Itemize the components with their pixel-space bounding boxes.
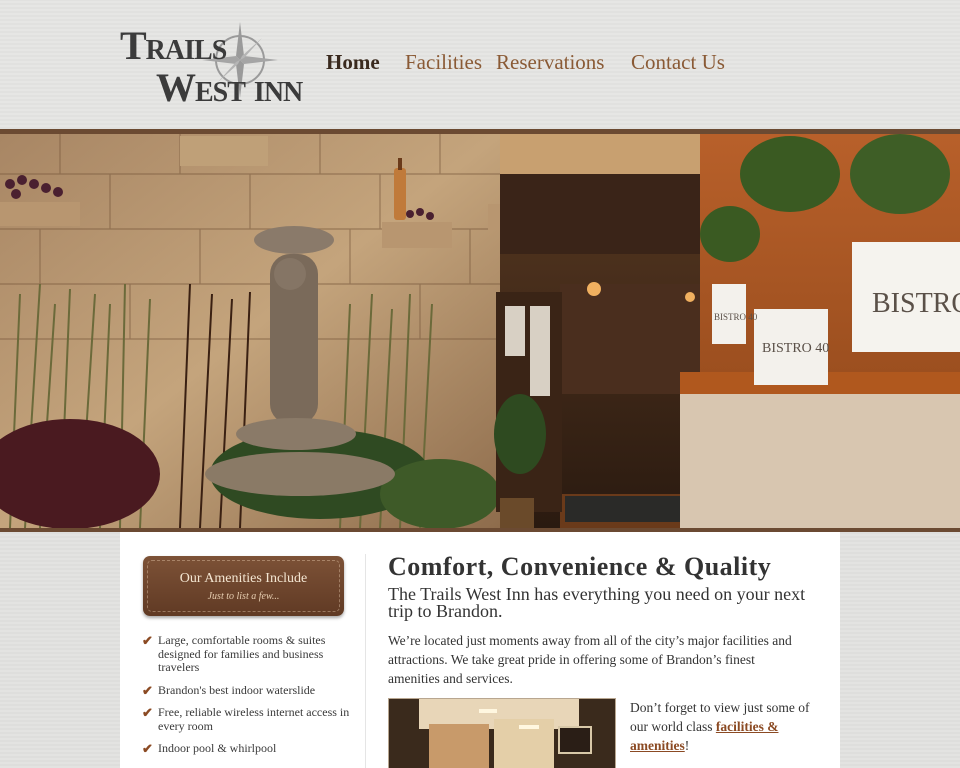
list-item: ✔ Large, comfortable rooms & suites desig…: [142, 633, 352, 675]
amenity-text: Brandon's best indoor waterslide: [158, 682, 316, 697]
amenities-header: Our Amenities Include Just to list a few…: [143, 556, 344, 616]
nav-contact-us[interactable]: Contact Us: [631, 50, 725, 75]
hero-image: BISTRO BISTRO 40 BISTRO 40: [0, 134, 960, 528]
room-thumbnail[interactable]: [388, 698, 616, 768]
page-subtitle: The Trails West Inn has everything you n…: [388, 584, 806, 621]
logo-text-trails: Trails: [120, 23, 227, 68]
nav-facilities[interactable]: Facilities: [405, 50, 482, 75]
nav-reservations[interactable]: Reservations: [496, 50, 604, 75]
amenities-title: Our Amenities Include: [179, 571, 308, 586]
amenity-text: Indoor pool & whirlpool: [158, 741, 277, 755]
bistro-sign-small: BISTRO 40: [762, 341, 829, 356]
checkmark-icon: ✔: [142, 705, 153, 720]
bistro-sign-door: BISTRO 40: [714, 312, 758, 322]
logo-text-west-inn: West inn: [156, 65, 303, 110]
amenity-text: Free, reliable wireless internet access …: [158, 705, 350, 733]
note-suffix: !: [684, 738, 690, 753]
list-item: ✔ Brandon's best indoor waterslide: [142, 682, 352, 698]
room-photo: [389, 699, 615, 768]
amenities-subtitle: Just to list a few...: [207, 591, 280, 602]
column-divider: [365, 554, 366, 768]
checkmark-icon: ✔: [142, 741, 153, 756]
checkmark-icon: ✔: [142, 633, 153, 648]
logo[interactable]: Trails West inn: [120, 20, 303, 110]
checkmark-icon: ✔: [142, 682, 153, 698]
bistro-sign-large: BISTRO: [872, 288, 960, 319]
amenity-text: Large, comfortable rooms & suites design…: [158, 633, 326, 674]
page-title: Comfort, Convenience & Quality: [388, 552, 772, 581]
hero-photo: BISTRO BISTRO 40 BISTRO 40: [0, 134, 960, 528]
content-panel: Our Amenities Include Just to list a few…: [120, 532, 840, 768]
amenity-list: ✔ Large, comfortable rooms & suites desig…: [142, 633, 352, 765]
nav-home[interactable]: Home: [326, 50, 380, 75]
list-item: ✔ Free, reliable wireless internet access…: [142, 705, 352, 733]
facilities-note: Don’t forget to view just some of our wo…: [630, 698, 820, 755]
intro-paragraph: We’re located just moments away from all…: [388, 633, 792, 686]
site-header: Trails West inn Home Facilities Reservat…: [0, 0, 960, 131]
list-item: ✔ Indoor pool & whirlpool: [142, 741, 352, 756]
